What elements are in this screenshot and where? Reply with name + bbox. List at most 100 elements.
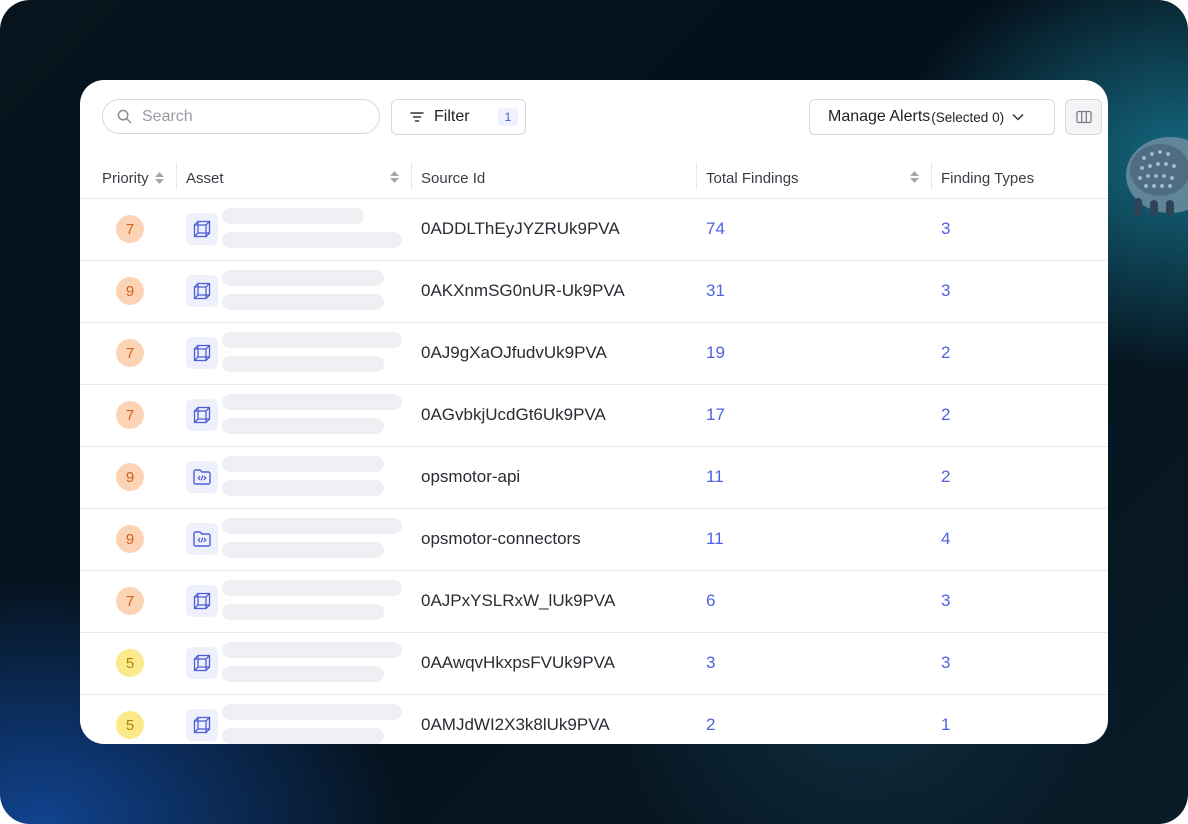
source-id: 0AKXnmSG0nUR-Uk9PVA bbox=[421, 281, 625, 300]
manage-alerts-label: Manage Alerts bbox=[828, 108, 931, 125]
header-label: Asset bbox=[186, 169, 224, 187]
finding-types-link[interactable]: 3 bbox=[941, 260, 950, 322]
selected-count-label: (Selected 0) bbox=[931, 109, 1005, 125]
priority-badge: 9 bbox=[116, 525, 144, 553]
filter-button[interactable]: Filter 1 bbox=[391, 99, 526, 135]
header-label: Source Id bbox=[421, 169, 486, 187]
sort-icon[interactable] bbox=[390, 171, 399, 183]
source-id: 0AJPxYSLRxW_lUk9PVA bbox=[421, 591, 616, 610]
asset-name-placeholder bbox=[222, 332, 402, 348]
filter-label: Filter bbox=[434, 108, 470, 125]
cube-icon bbox=[186, 709, 218, 741]
asset-detail-placeholder bbox=[222, 356, 384, 372]
asset-detail-placeholder bbox=[222, 232, 402, 248]
table-header: Priority Asset Source Id Total Findings bbox=[80, 158, 1108, 199]
total-findings-link[interactable]: 74 bbox=[706, 198, 725, 260]
priority-badge: 9 bbox=[116, 463, 144, 491]
finding-types-link[interactable]: 2 bbox=[941, 384, 950, 446]
column-divider bbox=[411, 163, 412, 189]
table-row[interactable]: 7 0AGvbkjUcdGt6Uk9PVA 17 2 bbox=[80, 384, 1108, 447]
priority-badge: 7 bbox=[116, 401, 144, 429]
priority-badge: 5 bbox=[116, 711, 144, 739]
finding-types-link[interactable]: 1 bbox=[941, 694, 950, 744]
asset-detail-placeholder bbox=[222, 418, 384, 434]
asset-name-placeholder bbox=[222, 208, 364, 224]
search-icon bbox=[117, 109, 132, 124]
table-row[interactable]: 7 0AJPxYSLRxW_lUk9PVA 6 3 bbox=[80, 570, 1108, 633]
header-label: Priority bbox=[102, 169, 149, 187]
chevron-down-icon bbox=[1012, 113, 1024, 121]
sort-icon[interactable] bbox=[154, 172, 164, 184]
source-id: opsmotor-api bbox=[421, 467, 521, 486]
total-findings-link[interactable]: 11 bbox=[706, 508, 724, 570]
source-id: 0AGvbkjUcdGt6Uk9PVA bbox=[421, 405, 606, 424]
mascot-illustration bbox=[1126, 137, 1188, 216]
table-row[interactable]: 9 0AKXnmSG0nUR-Uk9PVA 31 3 bbox=[80, 260, 1108, 323]
columns-icon bbox=[1075, 110, 1092, 124]
priority-badge: 7 bbox=[116, 587, 144, 615]
finding-types-link[interactable]: 2 bbox=[941, 322, 950, 384]
column-divider bbox=[931, 163, 932, 189]
column-header-finding-types[interactable]: Finding Types bbox=[941, 158, 1034, 198]
table-row[interactable]: 5 0AAwqvHkxpsFVUk9PVA 3 3 bbox=[80, 632, 1108, 695]
priority-badge: 7 bbox=[116, 339, 144, 367]
cube-icon bbox=[186, 647, 218, 679]
alerts-panel: Filter 1 Manage Alerts (Selected 0) Prio… bbox=[80, 80, 1108, 744]
total-findings-link[interactable]: 3 bbox=[706, 632, 715, 694]
asset-name-placeholder bbox=[222, 456, 384, 472]
manage-alerts-dropdown[interactable]: Manage Alerts (Selected 0) bbox=[809, 99, 1055, 135]
source-id: 0ADDLThEyJYZRUk9PVA bbox=[421, 219, 620, 238]
total-findings-link[interactable]: 31 bbox=[706, 260, 725, 322]
column-settings-button[interactable] bbox=[1065, 99, 1102, 135]
total-findings-link[interactable]: 19 bbox=[706, 322, 725, 384]
asset-detail-placeholder bbox=[222, 542, 384, 558]
cube-icon bbox=[186, 337, 218, 369]
source-id: 0AMJdWI2X3k8lUk9PVA bbox=[421, 715, 610, 734]
cube-icon bbox=[186, 275, 218, 307]
table-row[interactable]: 9 opsmotor-api 11 2 bbox=[80, 446, 1108, 509]
cube-icon bbox=[186, 585, 218, 617]
asset-name-placeholder bbox=[222, 270, 384, 286]
column-header-priority[interactable]: Priority bbox=[102, 158, 164, 198]
search-input[interactable] bbox=[140, 106, 364, 127]
asset-name-placeholder bbox=[222, 704, 402, 720]
finding-types-link[interactable]: 3 bbox=[941, 570, 950, 632]
header-label: Finding Types bbox=[941, 169, 1035, 187]
asset-detail-placeholder bbox=[222, 294, 384, 310]
asset-name-placeholder bbox=[222, 394, 402, 410]
asset-name-placeholder bbox=[222, 642, 402, 658]
table-row[interactable]: 7 0AJ9gXaOJfudvUk9PVA 19 2 bbox=[80, 322, 1108, 385]
priority-badge: 7 bbox=[116, 215, 144, 243]
asset-detail-placeholder bbox=[222, 480, 384, 496]
finding-types-link[interactable]: 3 bbox=[941, 198, 950, 260]
cube-icon bbox=[186, 213, 218, 245]
filter-count-badge: 1 bbox=[497, 108, 519, 126]
column-divider bbox=[696, 163, 697, 189]
total-findings-link[interactable]: 11 bbox=[706, 446, 724, 508]
code-folder-icon bbox=[186, 523, 218, 555]
column-header-asset[interactable]: Asset bbox=[186, 158, 224, 198]
asset-detail-placeholder bbox=[222, 666, 384, 682]
priority-badge: 9 bbox=[116, 277, 144, 305]
column-divider bbox=[176, 163, 177, 189]
table-row[interactable]: 7 0ADDLThEyJYZRUk9PVA 74 3 bbox=[80, 198, 1108, 261]
column-header-source-id[interactable]: Source Id bbox=[421, 158, 485, 198]
asset-name-placeholder bbox=[222, 518, 402, 534]
sort-icon[interactable] bbox=[910, 171, 919, 183]
header-label: Total Findings bbox=[706, 169, 799, 187]
finding-types-link[interactable]: 2 bbox=[941, 446, 950, 508]
total-findings-link[interactable]: 17 bbox=[706, 384, 725, 446]
total-findings-link[interactable]: 6 bbox=[706, 570, 715, 632]
cube-icon bbox=[186, 399, 218, 431]
table-row[interactable]: 9 opsmotor-connectors 11 4 bbox=[80, 508, 1108, 571]
source-id: opsmotor-connectors bbox=[421, 529, 581, 548]
search-box[interactable] bbox=[102, 99, 380, 134]
priority-badge: 5 bbox=[116, 649, 144, 677]
asset-name-placeholder bbox=[222, 580, 402, 596]
column-header-total-findings[interactable]: Total Findings bbox=[706, 158, 799, 198]
finding-types-link[interactable]: 4 bbox=[941, 508, 950, 570]
source-id: 0AJ9gXaOJfudvUk9PVA bbox=[421, 343, 607, 362]
table-row[interactable]: 5 0AMJdWI2X3k8lUk9PVA 2 1 bbox=[80, 694, 1108, 744]
finding-types-link[interactable]: 3 bbox=[941, 632, 950, 694]
total-findings-link[interactable]: 2 bbox=[706, 694, 715, 744]
